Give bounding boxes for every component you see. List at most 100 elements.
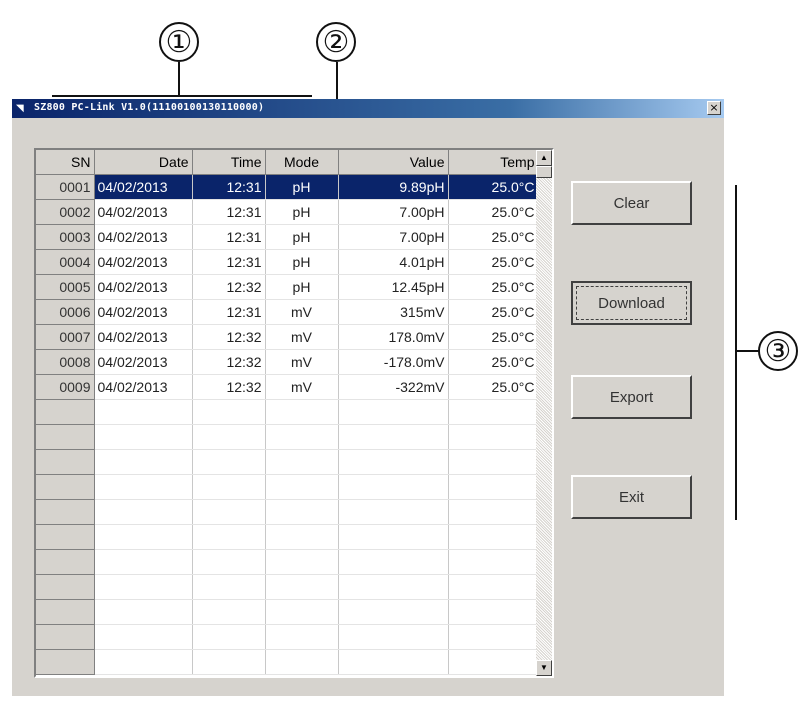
column-header-temp[interactable]: Temp [448, 150, 539, 175]
column-header-value[interactable]: Value [338, 150, 449, 175]
empty-row[interactable] [36, 499, 539, 525]
empty-row[interactable] [36, 524, 539, 550]
table-row[interactable]: 0004 04/02/2013 12:31 pH 4.01pH 25.0°C [36, 249, 539, 275]
callout-1-stem [178, 62, 180, 96]
cell-mode: mV [265, 299, 339, 325]
empty-cell [338, 474, 449, 500]
cell-mode: pH [265, 199, 339, 225]
cell-mode: mV [265, 349, 339, 375]
row-header-cell [36, 549, 95, 575]
empty-cell [94, 524, 193, 550]
cell-time: 12:32 [192, 274, 266, 300]
cell-time: 12:31 [192, 299, 266, 325]
scroll-up-button[interactable]: ▲ [536, 150, 552, 166]
callout-1: ① [159, 22, 199, 62]
close-button[interactable]: × [707, 101, 721, 115]
cell-value: 7.00pH [338, 199, 449, 225]
table-row[interactable]: 0008 04/02/2013 12:32 mV -178.0mV 25.0°C [36, 349, 539, 375]
cell-date: 04/02/2013 [94, 224, 193, 250]
empty-cell [448, 599, 539, 625]
cell-date: 04/02/2013 [94, 299, 193, 325]
vertical-scrollbar[interactable]: ▲ ▼ [536, 150, 552, 676]
empty-cell [265, 474, 339, 500]
cell-sn[interactable]: 0006 [36, 299, 95, 325]
row-header-cell [36, 624, 95, 650]
empty-cell [265, 549, 339, 575]
cell-time: 12:32 [192, 349, 266, 375]
cell-value: 7.00pH [338, 224, 449, 250]
column-header-time[interactable]: Time [192, 150, 266, 175]
row-header-cell [36, 649, 95, 675]
table-row[interactable]: 0009 04/02/2013 12:32 mV -322mV 25.0°C [36, 374, 539, 400]
empty-row[interactable] [36, 549, 539, 575]
table-row[interactable]: 0001 04/02/2013 12:31 pH 9.89pH 25.0°C [36, 174, 539, 200]
cell-temp: 25.0°C [448, 249, 539, 275]
empty-cell [448, 399, 539, 425]
scroll-thumb[interactable] [536, 166, 552, 178]
empty-cell [94, 574, 193, 600]
cell-value: 315mV [338, 299, 449, 325]
column-header-mode[interactable]: Mode [265, 150, 339, 175]
empty-cell [192, 499, 266, 525]
cell-temp: 25.0°C [448, 274, 539, 300]
empty-cell [265, 624, 339, 650]
empty-cell [448, 424, 539, 450]
empty-row[interactable] [36, 624, 539, 650]
cell-value: 12.45pH [338, 274, 449, 300]
table-row[interactable]: 0007 04/02/2013 12:32 mV 178.0mV 25.0°C [36, 324, 539, 350]
download-button[interactable]: Download [571, 281, 692, 325]
empty-cell [265, 524, 339, 550]
empty-row[interactable] [36, 474, 539, 500]
cell-sn[interactable]: 0001 [36, 174, 95, 200]
empty-cell [448, 474, 539, 500]
window-title: SZ800 PC-Link V1.0(11100100130110000) [34, 102, 265, 113]
empty-row[interactable] [36, 424, 539, 450]
cell-temp: 25.0°C [448, 324, 539, 350]
row-header-cell [36, 524, 95, 550]
empty-cell [338, 524, 449, 550]
cell-date: 04/02/2013 [94, 274, 193, 300]
cell-sn[interactable]: 0002 [36, 199, 95, 225]
cell-value: 178.0mV [338, 324, 449, 350]
empty-row[interactable] [36, 399, 539, 425]
clear-button[interactable]: Clear [571, 181, 692, 225]
empty-cell [448, 574, 539, 600]
cell-date: 04/02/2013 [94, 199, 193, 225]
empty-cell [265, 599, 339, 625]
exit-button[interactable]: Exit [571, 475, 692, 519]
empty-cell [448, 649, 539, 675]
cell-sn[interactable]: 0007 [36, 324, 95, 350]
empty-row[interactable] [36, 649, 539, 675]
app-window: ◥ SZ800 PC-Link V1.0(11100100130110000) … [12, 99, 724, 696]
title-bar[interactable]: ◥ SZ800 PC-Link V1.0(11100100130110000) … [12, 99, 724, 118]
cell-date: 04/02/2013 [94, 349, 193, 375]
table-row[interactable]: 0006 04/02/2013 12:31 mV 315mV 25.0°C [36, 299, 539, 325]
row-header-cell [36, 399, 95, 425]
column-header-sn[interactable]: SN [36, 150, 95, 175]
cell-mode: pH [265, 224, 339, 250]
cell-temp: 25.0°C [448, 299, 539, 325]
cell-sn[interactable]: 0005 [36, 274, 95, 300]
data-grid[interactable]: SN Date Time Mode Value Temp 0001 04/02/2… [34, 148, 554, 678]
empty-cell [448, 549, 539, 575]
empty-row[interactable] [36, 574, 539, 600]
cell-sn[interactable]: 0003 [36, 224, 95, 250]
scroll-down-button[interactable]: ▼ [536, 660, 552, 676]
empty-row[interactable] [36, 449, 539, 475]
empty-cell [265, 399, 339, 425]
callout-3-stem [735, 350, 759, 352]
table-row[interactable]: 0005 04/02/2013 12:32 pH 12.45pH 25.0°C [36, 274, 539, 300]
empty-cell [265, 649, 339, 675]
empty-cell [338, 599, 449, 625]
cell-value: -322mV [338, 374, 449, 400]
cell-sn[interactable]: 0004 [36, 249, 95, 275]
cell-sn[interactable]: 0008 [36, 349, 95, 375]
export-button[interactable]: Export [571, 375, 692, 419]
column-header-date[interactable]: Date [94, 150, 193, 175]
empty-cell [192, 599, 266, 625]
cell-date: 04/02/2013 [94, 174, 193, 200]
table-row[interactable]: 0002 04/02/2013 12:31 pH 7.00pH 25.0°C [36, 199, 539, 225]
empty-row[interactable] [36, 599, 539, 625]
table-row[interactable]: 0003 04/02/2013 12:31 pH 7.00pH 25.0°C [36, 224, 539, 250]
cell-sn[interactable]: 0009 [36, 374, 95, 400]
